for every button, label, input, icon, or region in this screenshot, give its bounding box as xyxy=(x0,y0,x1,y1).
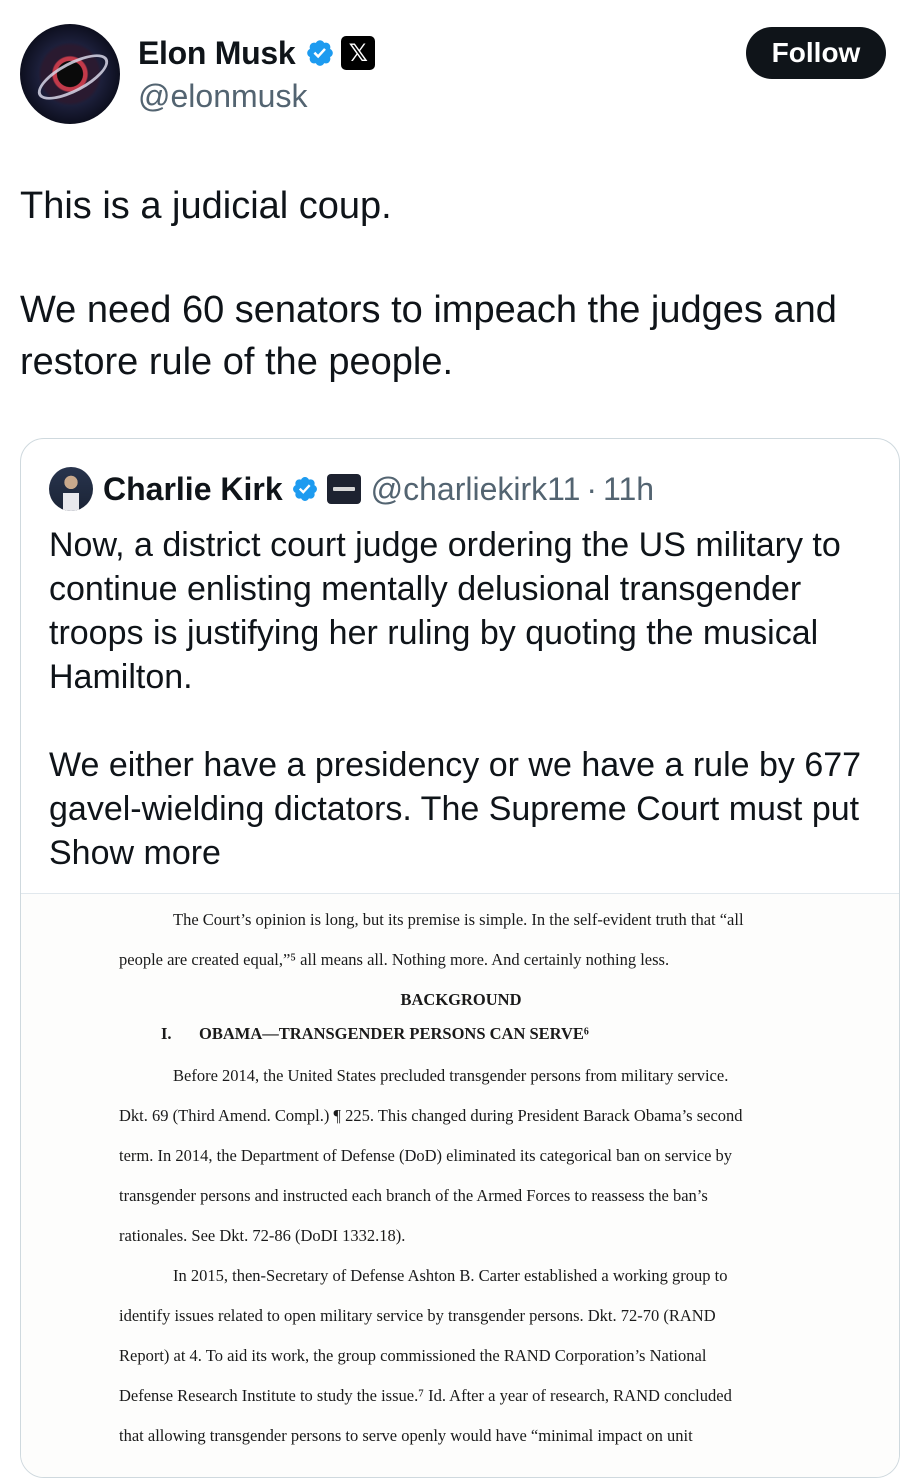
quoted-tweet-text: Now, a district court judge ordering the… xyxy=(49,523,889,875)
affiliation-badge-icon xyxy=(326,474,361,504)
document-line: Dkt. 69 (Third Amend. Compl.) ¶ 225. Thi… xyxy=(119,1106,743,1125)
quoted-author-handle[interactable]: @charliekirk11 xyxy=(371,471,581,508)
document-line: transgender persons and instructed each … xyxy=(119,1186,708,1205)
document-heading: BACKGROUND xyxy=(400,990,522,1009)
quoted-author-name[interactable]: Charlie Kirk xyxy=(103,471,283,508)
document-line: Defense Research Institute to study the … xyxy=(119,1386,732,1405)
quoted-tweet-time[interactable]: 11h xyxy=(603,471,654,508)
document-line: that allowing transgender persons to ser… xyxy=(119,1426,693,1445)
attached-document-image[interactable]: The Court’s opinion is long, but its pre… xyxy=(21,893,899,1477)
quoted-paragraph: Now, a district court judge ordering the… xyxy=(49,526,841,696)
verified-badge-icon xyxy=(292,477,317,501)
quoted-author-avatar[interactable] xyxy=(49,467,93,511)
tweet-text: This is a judicial coup. We need 60 sena… xyxy=(20,180,900,388)
author-name-row: Elon Musk 𝕏 xyxy=(138,32,376,74)
time-separator: · xyxy=(586,470,598,507)
tweet-header: Elon Musk 𝕏 @elonmusk Follow xyxy=(0,0,922,140)
tweet-paragraph: We need 60 senators to impeach the judge… xyxy=(20,289,837,383)
document-line: term. In 2014, the Department of Defense… xyxy=(119,1146,733,1165)
author-avatar[interactable] xyxy=(20,24,120,124)
verified-badge-icon xyxy=(307,40,334,66)
document-section-title: I. OBAMA—TRANSGENDER PERSONS CAN SERVE⁶ xyxy=(161,1024,589,1044)
quoted-paragraph-text: We either have a presidency or we have a… xyxy=(49,746,862,828)
document-line: people are created equal,”⁵ all means al… xyxy=(119,950,670,969)
show-more-link[interactable]: Show more xyxy=(49,834,221,872)
quoted-tweet-header: Charlie Kirk @charliekirk11 · 11h xyxy=(49,467,654,511)
author-handle[interactable]: @elonmusk xyxy=(138,78,307,115)
document-line: Before 2014, the United States precluded… xyxy=(173,1066,729,1085)
document-line: In 2015, then-Secretary of Defense Ashto… xyxy=(173,1266,728,1285)
document-line: rationales. See Dkt. 72-86 (DoDI 1332.18… xyxy=(119,1226,406,1245)
document-line: Report) at 4. To aid its work, the group… xyxy=(119,1346,707,1365)
author-display-name[interactable]: Elon Musk xyxy=(138,35,296,72)
section-title: OBAMA—TRANSGENDER PERSONS CAN SERVE⁶ xyxy=(199,1024,589,1043)
follow-button[interactable]: Follow xyxy=(746,27,886,79)
quoted-tweet[interactable]: Charlie Kirk @charliekirk11 · 11h Now, a… xyxy=(20,438,900,1478)
x-logo-icon: 𝕏 xyxy=(341,36,376,70)
document-line: The Court’s opinion is long, but its pre… xyxy=(173,910,744,929)
document-line: identify issues related to open military… xyxy=(119,1306,716,1325)
tweet-paragraph: This is a judicial coup. xyxy=(20,185,392,227)
section-number: I. xyxy=(161,1024,172,1043)
quoted-paragraph: We either have a presidency or we have a… xyxy=(49,743,889,875)
